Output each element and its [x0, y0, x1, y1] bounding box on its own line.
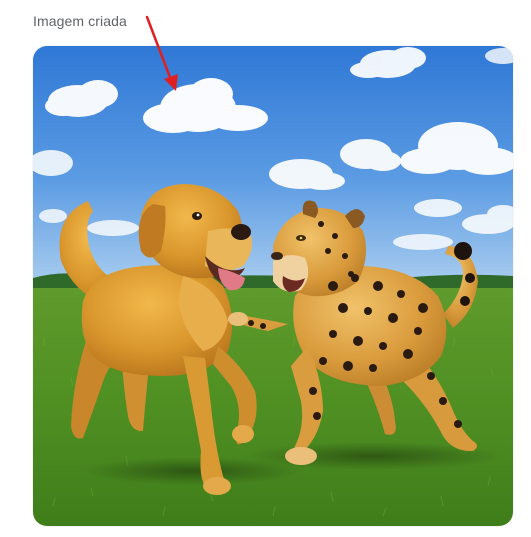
generated-image-artwork	[33, 46, 513, 526]
generated-image[interactable]	[33, 46, 513, 526]
image-caption: Imagem criada	[33, 13, 127, 29]
